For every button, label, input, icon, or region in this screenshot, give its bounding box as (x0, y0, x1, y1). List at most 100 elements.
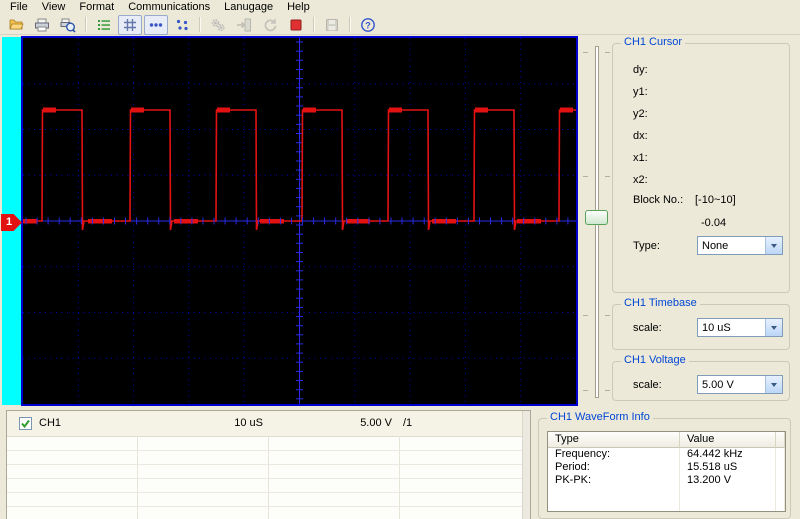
cursor-type-label: Type: (633, 240, 660, 252)
scatter-display-button[interactable] (170, 15, 194, 35)
toolbar-separator (313, 17, 315, 32)
list-scrollbar-strip[interactable] (522, 411, 530, 519)
blank-cell (776, 474, 785, 487)
gears-icon (210, 17, 226, 33)
stop-icon (288, 17, 304, 33)
measurement-type: Frequency: (548, 448, 680, 461)
slider-tick (583, 390, 588, 391)
timebase-scale-value: 10 uS (702, 321, 731, 334)
toolbar-separator (85, 17, 87, 32)
menu-item-help[interactable]: Help (280, 0, 317, 14)
blank-cell (776, 461, 785, 474)
list-row-divider (7, 492, 522, 493)
cursor-field-label-x2: x2: (633, 174, 648, 186)
cursor-type-dropdown-button[interactable] (765, 237, 782, 254)
slider-tick (583, 176, 588, 177)
ch1-waveform-info-panel: CH1 WaveForm Info Type Value Frequency: 64.… (538, 411, 791, 519)
ch1-cursor-panel: CH1 Cursor Block No.: [-10~10] -0.04 Typ… (612, 36, 790, 293)
menu-item-file[interactable]: File (3, 0, 35, 14)
channel-list-view-button[interactable] (92, 15, 116, 35)
menu-bar: File View Format Communications Lanugage Help (0, 0, 800, 14)
list-icon (96, 17, 112, 33)
scope-plot-area[interactable] (21, 36, 578, 406)
slider-thumb[interactable] (585, 210, 608, 225)
svg-text:?: ? (365, 20, 371, 30)
menu-item-communications[interactable]: Communications (121, 0, 217, 14)
measurement-value: 13.200 V (680, 474, 776, 487)
settings-button (206, 15, 230, 35)
cursor-field-label-dx: dx: (633, 130, 648, 142)
ch1-enable-checkbox[interactable] (19, 417, 32, 430)
print-preview-icon (60, 17, 76, 33)
connect-button (232, 15, 256, 35)
blank-cell (776, 500, 785, 511)
block-no-label: Block No.: (633, 194, 684, 206)
measurement-value: 15.518 uS (680, 461, 776, 474)
slider-tick (583, 52, 588, 53)
channel-voltage: 5.00 V (360, 417, 392, 429)
ch1-timebase-panel: CH1 Timebase scale: 10 uS (612, 297, 790, 350)
save-button (320, 15, 344, 35)
refresh-button (258, 15, 282, 35)
block-no-value: -0.04 (701, 217, 727, 229)
menu-item-view[interactable]: View (35, 0, 73, 14)
grid-display-button[interactable] (118, 14, 142, 35)
refresh-icon (262, 17, 278, 33)
measurement-type (548, 487, 680, 500)
column-header-blank[interactable] (776, 432, 785, 448)
channel-row-ch1[interactable]: CH1 10 uS 5.00 V/1 (7, 411, 530, 437)
waveform-info-row: Period: 15.518 uS (548, 461, 785, 474)
toolbar: ? (0, 14, 800, 35)
door-arrow-icon (236, 17, 252, 33)
cursor-type-select[interactable]: None (697, 236, 783, 255)
line-display-button[interactable] (144, 14, 168, 35)
column-header-value[interactable]: Value (680, 432, 776, 448)
menu-item-format[interactable]: Format (72, 0, 121, 14)
channel-list: CH1 10 uS 5.00 V/1 (6, 410, 531, 519)
cursor-type-value: None (702, 239, 729, 252)
stop-button[interactable] (284, 15, 308, 35)
timebase-scale-select[interactable]: 10 uS (697, 318, 783, 337)
list-row-divider (7, 478, 522, 479)
cursor-field-label-x1: x1: (633, 152, 648, 164)
chevron-down-icon (771, 325, 777, 330)
toolbar-separator (349, 17, 351, 32)
waveform-info-row: Frequency: 64.442 kHz (548, 448, 785, 461)
timebase-dropdown-button[interactable] (765, 319, 782, 336)
slider-tick (583, 315, 588, 316)
waveform-info-title: CH1 WaveForm Info (547, 411, 653, 423)
dots-line-icon (148, 17, 164, 33)
waveform-info-header-row: Type Value (548, 432, 785, 448)
slider-tick (605, 52, 610, 53)
column-header-type[interactable]: Type (548, 432, 680, 448)
ch1-voltage-title: CH1 Voltage (621, 354, 689, 366)
print-button[interactable] (30, 15, 54, 35)
list-column-divider (268, 436, 269, 519)
oscilloscope-app-window: File View Format Communications Lanugage Help… (0, 0, 800, 519)
waveform-info-table: Type Value Frequency: 64.442 kHz Period: 15.5… (547, 431, 786, 512)
voltage-scale-select[interactable]: 5.00 V (697, 375, 783, 394)
slider-tick (605, 390, 610, 391)
menu-item-lanugage[interactable]: Lanugage (217, 0, 280, 14)
blank-cell (776, 448, 785, 461)
grid-icon (122, 17, 138, 33)
measurement-value (680, 487, 776, 500)
cursor-field-label-dy: dy: (633, 64, 648, 76)
list-column-divider (137, 436, 138, 519)
waveform-info-row (548, 487, 785, 500)
blank-cell (776, 487, 785, 500)
measurement-type: PK-PK: (548, 474, 680, 487)
voltage-dropdown-button[interactable] (765, 376, 782, 393)
folder-open-icon (8, 17, 24, 33)
open-button[interactable] (4, 15, 28, 35)
print-preview-button[interactable] (56, 15, 80, 35)
oscilloscope-display (2, 36, 578, 406)
measurement-value: 64.442 kHz (680, 448, 776, 461)
list-column-divider (399, 436, 400, 519)
help-icon: ? (360, 17, 376, 33)
channel-timebase: 10 uS (234, 417, 263, 429)
save-icon (324, 17, 340, 33)
vertical-position-slider (580, 36, 612, 408)
cursor-field-label-y1: y1: (633, 86, 648, 98)
help-button[interactable]: ? (356, 15, 380, 35)
